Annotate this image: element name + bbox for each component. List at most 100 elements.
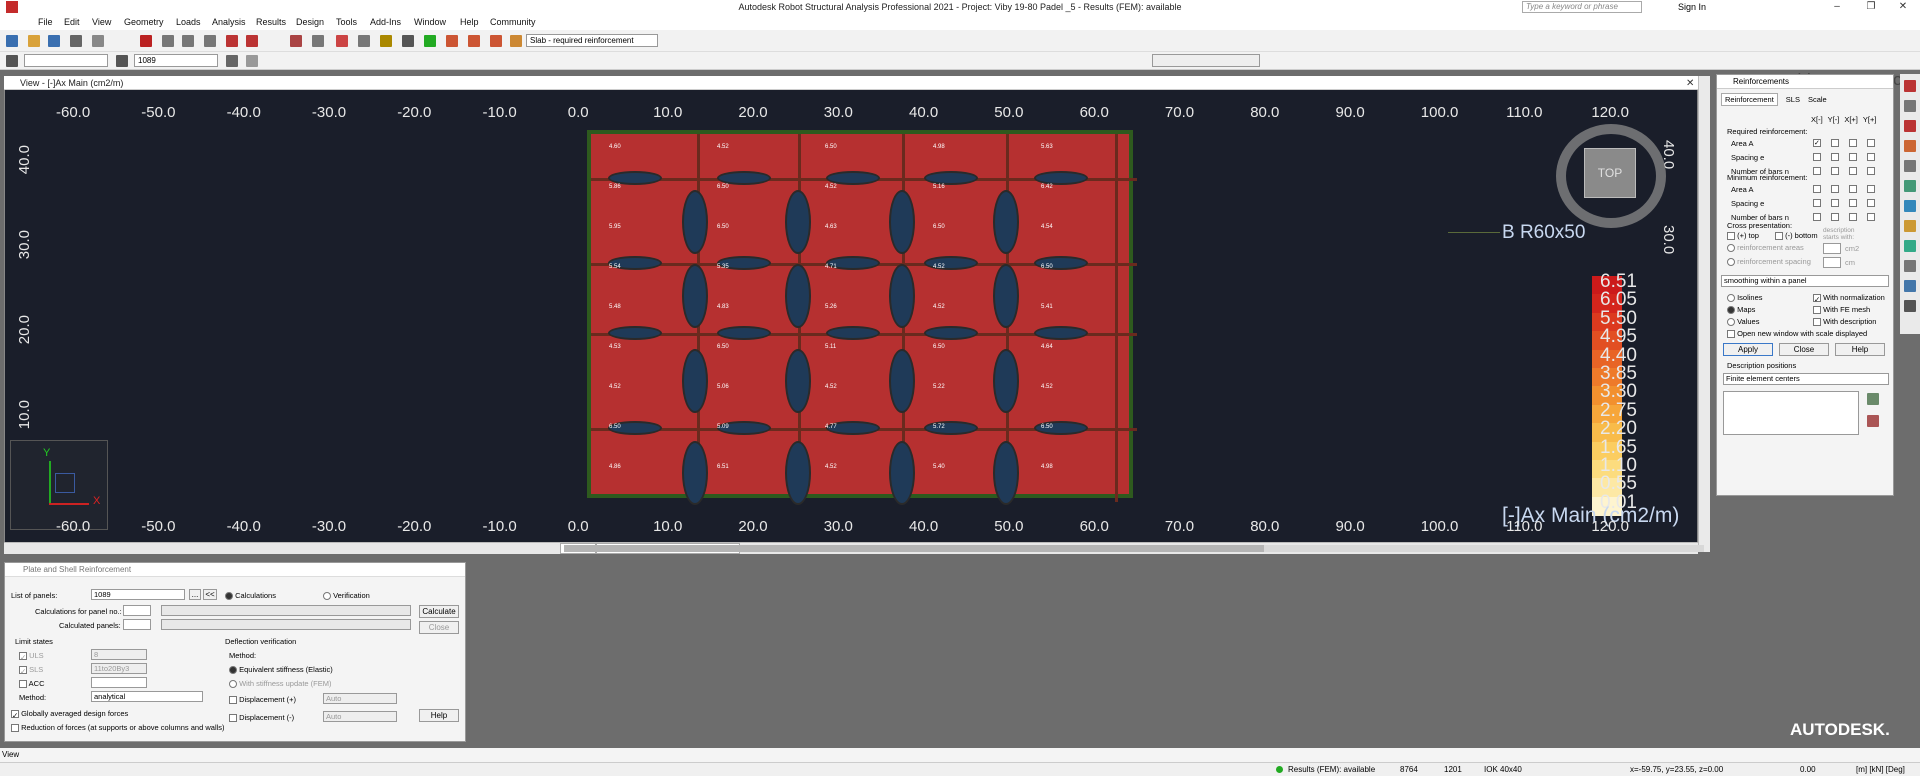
tab-scale[interactable]: Scale [1808,95,1827,104]
minimum-checkbox[interactable] [1867,199,1875,207]
search-input[interactable]: Type a keyword or phrase [1522,1,1642,13]
results-icon[interactable] [312,35,324,47]
zoom-window-icon[interactable] [380,35,392,47]
tool-icon-9[interactable] [1904,240,1916,252]
disp-plus-select[interactable]: Auto [323,693,397,704]
minimum-checkbox[interactable] [1813,213,1821,221]
select-icon[interactable] [6,55,18,67]
tool-icon-8[interactable] [1904,220,1916,232]
minimum-checkbox[interactable] [1831,213,1839,221]
required-checkbox[interactable] [1831,139,1839,147]
lock-icon[interactable] [336,35,348,47]
display-icon[interactable] [468,35,480,47]
method-select[interactable]: analytical [91,691,203,702]
tool-icon-12[interactable] [1904,300,1916,312]
ps-close-button[interactable]: Close [419,621,459,634]
structure-icon[interactable] [424,35,436,47]
design-icon[interactable] [490,35,502,47]
tool-icon-1[interactable] [1904,80,1916,92]
save-icon[interactable] [48,35,60,47]
selection-icon[interactable] [246,55,258,67]
required-checkbox[interactable] [1831,167,1839,175]
minimum-checkbox[interactable] [1849,213,1857,221]
close-button[interactable]: Close [1779,343,1829,356]
case-select[interactable] [1152,54,1260,67]
maps-radio[interactable] [1727,306,1735,315]
fe-mesh-checkbox[interactable] [1813,306,1821,315]
view-cube-top[interactable]: TOP [1584,148,1636,198]
calc-icon[interactable] [446,35,458,47]
area-field[interactable] [1823,243,1841,254]
tool-icon-10[interactable] [1904,260,1916,272]
zoom-icon[interactable] [358,35,370,47]
values-radio[interactable] [1727,318,1735,327]
reduction-checkbox[interactable] [11,724,19,733]
settings-icon[interactable] [510,35,522,47]
tool-icon-7[interactable] [1904,200,1916,212]
menu-community[interactable]: Community [490,17,536,27]
menu-addins[interactable]: Add-Ins [370,17,401,27]
help-button[interactable]: Help [1835,343,1885,356]
paste-icon[interactable] [204,35,216,47]
minimize-icon[interactable]: – [1822,0,1852,14]
acc-field[interactable] [91,677,147,688]
close-icon[interactable]: ✕ [1888,0,1918,14]
refresh-icon[interactable] [1867,393,1879,405]
minimum-checkbox[interactable] [1849,199,1857,207]
normalization-checkbox[interactable]: ✓ [1813,294,1821,304]
required-checkbox[interactable] [1849,167,1857,175]
menu-design[interactable]: Design [296,17,324,27]
pan-icon[interactable] [402,35,414,47]
panel-select[interactable]: 1089 [134,54,218,67]
restore-icon[interactable]: ❐ [1856,0,1886,14]
verification-radio[interactable] [323,592,331,601]
minimum-checkbox[interactable] [1849,185,1857,193]
sign-in-link[interactable]: Sign In [1678,2,1706,12]
print-icon[interactable] [70,35,82,47]
minimum-checkbox[interactable] [1831,185,1839,193]
menu-results[interactable]: Results [256,17,286,27]
reinf-spacing-radio[interactable] [1727,258,1735,267]
required-checkbox[interactable] [1813,153,1821,161]
menu-loads[interactable]: Loads [176,17,201,27]
tool-icon-4[interactable] [1904,140,1916,152]
pick-button[interactable]: << [203,589,217,600]
sls-checkbox[interactable]: ✓ [19,666,27,676]
sls-field[interactable]: 11to20By3 [91,663,147,674]
stiffness-update-radio[interactable] [229,680,237,689]
browse-button[interactable]: ... [189,589,201,600]
required-checkbox[interactable] [1849,153,1857,161]
calculations-radio[interactable] [225,592,233,601]
required-checkbox[interactable] [1831,153,1839,161]
selection-type-select[interactable] [24,54,108,67]
tool-icon-11[interactable] [1904,280,1916,292]
menu-view[interactable]: View [92,17,111,27]
smoothing-select[interactable]: smoothing within a panel [1721,275,1889,287]
menu-analysis[interactable]: Analysis [212,17,246,27]
apply-button[interactable]: Apply [1723,343,1773,356]
menu-help[interactable]: Help [460,17,479,27]
ps-help-button[interactable]: Help [419,709,459,722]
horizontal-scrollbar-thumb[interactable] [564,545,1264,552]
desc-positions-select[interactable]: Finite element centers [1723,373,1889,385]
undo-icon[interactable] [226,35,238,47]
disp-minus-select[interactable]: Auto [323,711,397,722]
description-checkbox[interactable] [1813,318,1821,327]
palette-icon[interactable] [1867,415,1879,427]
top-checkbox[interactable] [1727,232,1735,241]
copy-icon[interactable] [182,35,194,47]
menu-file[interactable]: File [38,17,53,27]
minimum-checkbox[interactable] [1867,213,1875,221]
isolines-radio[interactable] [1727,294,1735,303]
menu-edit[interactable]: Edit [64,17,80,27]
delete-icon[interactable] [140,35,152,47]
uls-checkbox[interactable]: ✓ [19,652,27,662]
spacing-field[interactable] [1823,257,1841,268]
layout-select[interactable]: Slab - required reinforcement [526,34,658,47]
tab-reinforcement[interactable]: Reinforcement [1721,93,1778,106]
notes-box[interactable] [1723,391,1859,435]
preview-icon[interactable] [92,35,104,47]
tab-sls[interactable]: SLS [1786,95,1800,104]
menu-window[interactable]: Window [414,17,446,27]
reinf-areas-radio[interactable] [1727,244,1735,253]
